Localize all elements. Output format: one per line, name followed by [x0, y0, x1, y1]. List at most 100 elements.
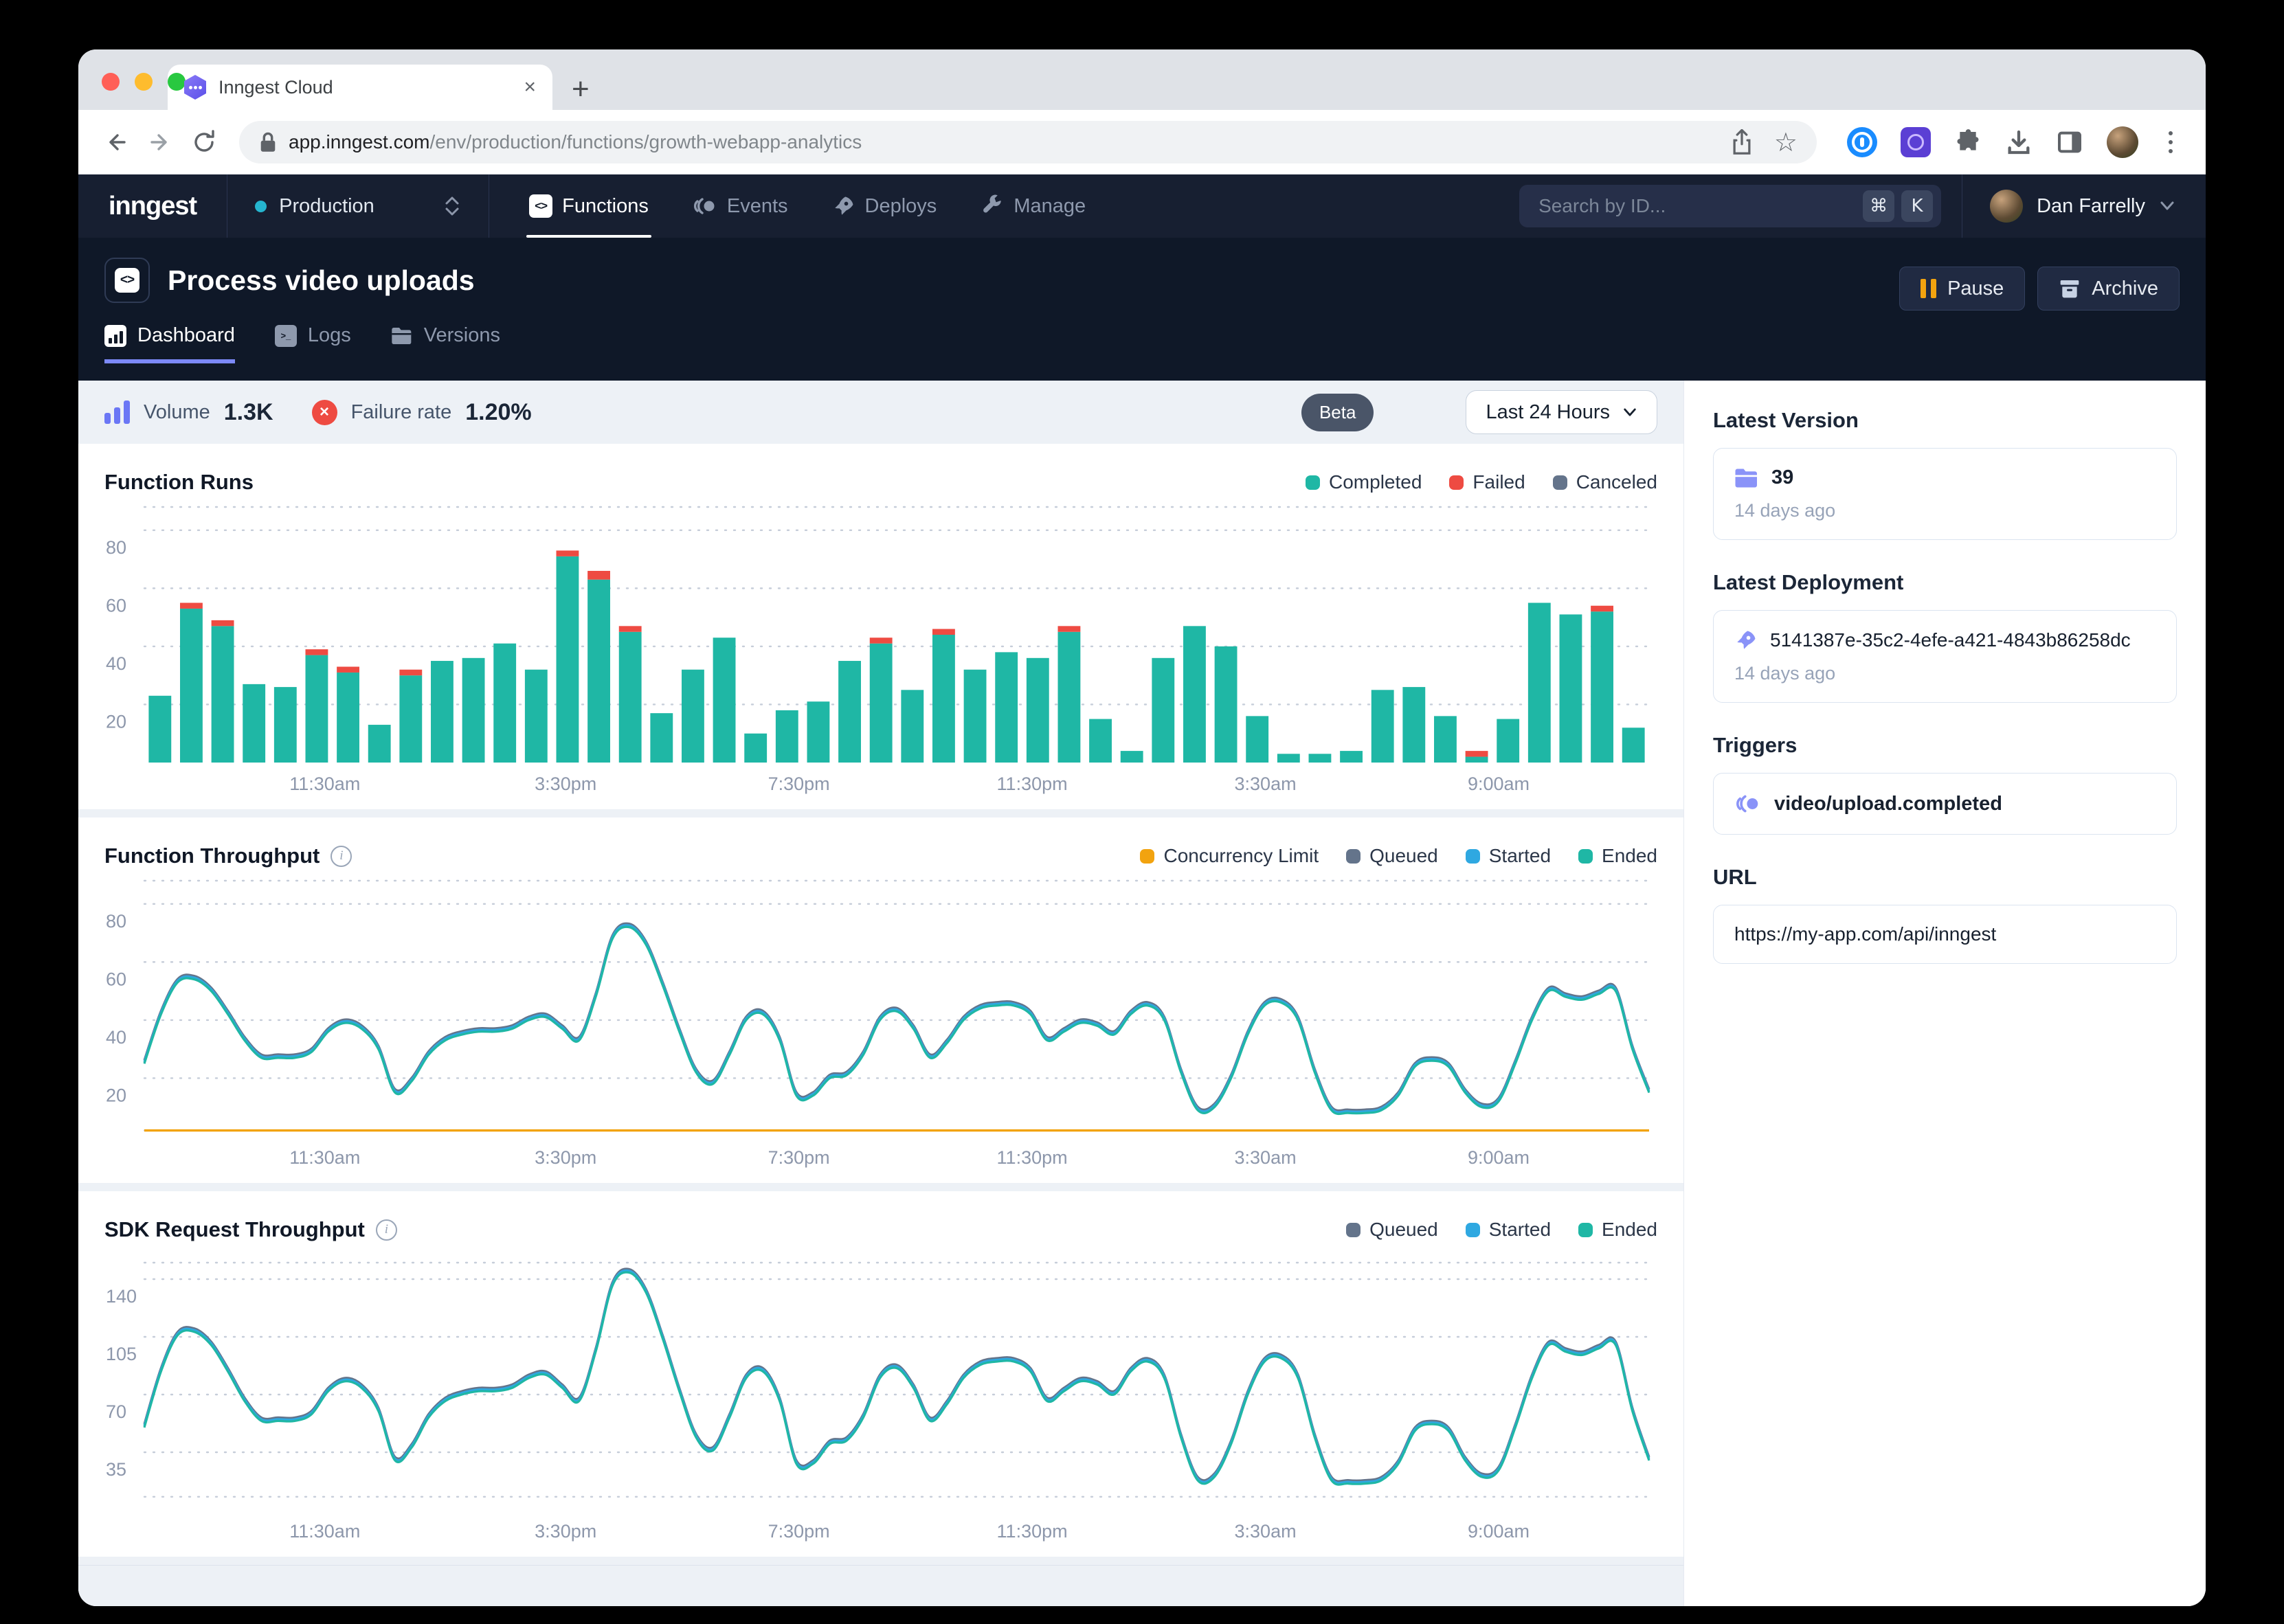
legend-item: Concurrency Limit	[1140, 845, 1319, 867]
search-input[interactable]	[1537, 194, 1856, 218]
bookmark-star-icon[interactable]: ☆	[1774, 127, 1798, 157]
svg-text:3:30pm: 3:30pm	[535, 1147, 596, 1168]
nav-item-functions[interactable]: <> Functions	[510, 174, 668, 238]
volume-stat: Volume 1.3K	[104, 399, 273, 426]
wrench-icon	[981, 194, 1004, 218]
svg-text:3:30am: 3:30am	[1235, 774, 1297, 794]
user-name: Dan Farrelly	[2037, 195, 2145, 218]
puzzle-extensions-icon[interactable]	[1954, 128, 1982, 156]
dashboard-chart-icon	[104, 325, 126, 347]
legend-dot-canceled	[1553, 475, 1567, 490]
cmd-key-badge: ⌘	[1863, 190, 1894, 222]
details-sidebar: Latest Version 39 14 days ago Latest Dep…	[1683, 381, 2206, 1606]
url-card[interactable]: https://my-app.com/api/inngest	[1713, 905, 2177, 964]
browser-tabstrip: Inngest Cloud × +	[78, 49, 2206, 110]
forward-icon[interactable]	[142, 124, 179, 161]
nav-item-deploys[interactable]: Deploys	[813, 174, 956, 238]
tab-close-icon[interactable]: ×	[524, 76, 536, 99]
url-host: app.inngest.com	[289, 131, 429, 153]
search-box[interactable]: ⌘ K	[1519, 185, 1941, 227]
legend-item: Completed	[1306, 471, 1422, 493]
content-area: Volume 1.3K × Failure rate 1.20% Beta La…	[78, 381, 2206, 1606]
time-range-label: Last 24 Hours	[1486, 401, 1610, 424]
nav-item-label: Manage	[1014, 195, 1086, 218]
tab-logs[interactable]: >_ Logs	[275, 324, 351, 363]
legend-dot-completed	[1306, 475, 1320, 490]
latest-deployment-value: 5141387e-35c2-4efe-a421-4843b86258dc	[1770, 629, 2131, 651]
svg-text:40: 40	[106, 1027, 126, 1048]
nav-item-manage[interactable]: Manage	[961, 174, 1105, 238]
purple-extension-icon[interactable]	[1901, 127, 1931, 157]
legend-dot-failed	[1449, 475, 1464, 490]
close-window-button[interactable]	[102, 73, 120, 91]
env-status-dot	[255, 201, 267, 212]
nav-items: <> Functions Events Deploys Manage	[489, 174, 1499, 238]
reload-icon[interactable]	[186, 124, 223, 161]
legend-dot-ended	[1578, 1223, 1593, 1237]
function-icon: <>	[104, 258, 150, 303]
url-value: https://my-app.com/api/inngest	[1734, 923, 1996, 945]
environment-selector[interactable]: Production	[227, 174, 489, 238]
download-icon[interactable]	[2005, 128, 2033, 156]
function-throughput-panel: Function Throughput i Concurrency Limit Q…	[78, 817, 1683, 1183]
url-text: app.inngest.com/env/production/functions…	[289, 131, 1719, 153]
latest-deployment-time: 14 days ago	[1734, 663, 2156, 684]
legend-label: Ended	[1602, 845, 1657, 867]
trigger-card[interactable]: video/upload.completed	[1713, 773, 2177, 835]
inngest-logo[interactable]: inngest	[78, 174, 227, 238]
legend-item: Ended	[1578, 845, 1657, 867]
url-bar[interactable]: app.inngest.com/env/production/functions…	[239, 121, 1817, 163]
maximize-window-button[interactable]	[168, 73, 186, 91]
legend-dot-concurrency-limit	[1140, 849, 1154, 864]
sdk-throughput-panel: SDK Request Throughput i QueuedStartedEn…	[78, 1191, 1683, 1557]
nav-item-events[interactable]: Events	[673, 174, 807, 238]
minimize-window-button[interactable]	[135, 73, 153, 91]
svg-text:35: 35	[106, 1459, 126, 1480]
browser-toolbar: app.inngest.com/env/production/functions…	[78, 110, 2206, 174]
back-icon[interactable]	[98, 124, 135, 161]
svg-text:70: 70	[106, 1401, 126, 1422]
env-updown-chevron-icon	[443, 194, 461, 218]
latest-deployment-heading: Latest Deployment	[1713, 570, 2177, 595]
svg-text:140: 140	[106, 1286, 137, 1307]
legend-dot-queued	[1346, 849, 1361, 864]
trigger-value: video/upload.completed	[1774, 793, 2002, 815]
browser-tab[interactable]: Inngest Cloud ×	[168, 65, 552, 110]
svg-text:80: 80	[106, 537, 126, 558]
tab-dashboard[interactable]: Dashboard	[104, 324, 235, 363]
lock-icon	[258, 131, 278, 153]
share-icon[interactable]	[1730, 129, 1754, 155]
svg-text:9:00am: 9:00am	[1468, 1521, 1530, 1542]
archive-button[interactable]: Archive	[2037, 267, 2180, 311]
legend-label: Queued	[1369, 845, 1438, 867]
latest-version-time: 14 days ago	[1734, 500, 2156, 521]
sdk-throughput-title: SDK Request Throughput	[104, 1217, 365, 1242]
latest-version-value: 39	[1771, 466, 1793, 489]
svg-text:40: 40	[106, 653, 126, 674]
browser-profile-avatar[interactable]	[2107, 126, 2138, 158]
1password-extension-icon[interactable]	[1847, 127, 1877, 157]
svg-text:20: 20	[106, 711, 126, 732]
pause-button[interactable]: Pause	[1899, 267, 2025, 311]
svg-text:3:30am: 3:30am	[1235, 1521, 1297, 1542]
archive-icon	[2059, 278, 2081, 299]
latest-version-card[interactable]: 39 14 days ago	[1713, 448, 2177, 540]
legend-label: Failed	[1473, 471, 1525, 493]
tab-versions[interactable]: Versions	[391, 324, 500, 363]
sidepanel-icon[interactable]	[2056, 128, 2083, 156]
user-menu[interactable]: Dan Farrelly	[1962, 174, 2206, 238]
latest-deployment-card[interactable]: 5141387e-35c2-4efe-a421-4843b86258dc 14 …	[1713, 610, 2177, 703]
info-icon[interactable]: i	[331, 846, 352, 867]
function-throughput-title: Function Throughput	[104, 844, 320, 868]
window-controls	[102, 73, 186, 91]
legend-label: Ended	[1602, 1219, 1657, 1241]
new-tab-button[interactable]: +	[572, 74, 590, 104]
svg-text:3:30pm: 3:30pm	[535, 774, 596, 794]
volume-bars-icon	[104, 401, 130, 424]
function-tabs: Dashboard >_ Logs Versions	[104, 324, 2180, 363]
legend-dot-started	[1466, 849, 1480, 864]
browser-menu-icon[interactable]	[2162, 131, 2180, 153]
info-icon[interactable]: i	[376, 1219, 397, 1241]
time-range-selector[interactable]: Last 24 Hours	[1466, 390, 1657, 434]
function-runs-chart: 2040608011:30am3:30pm7:30pm11:30pm3:30am…	[104, 500, 1657, 796]
